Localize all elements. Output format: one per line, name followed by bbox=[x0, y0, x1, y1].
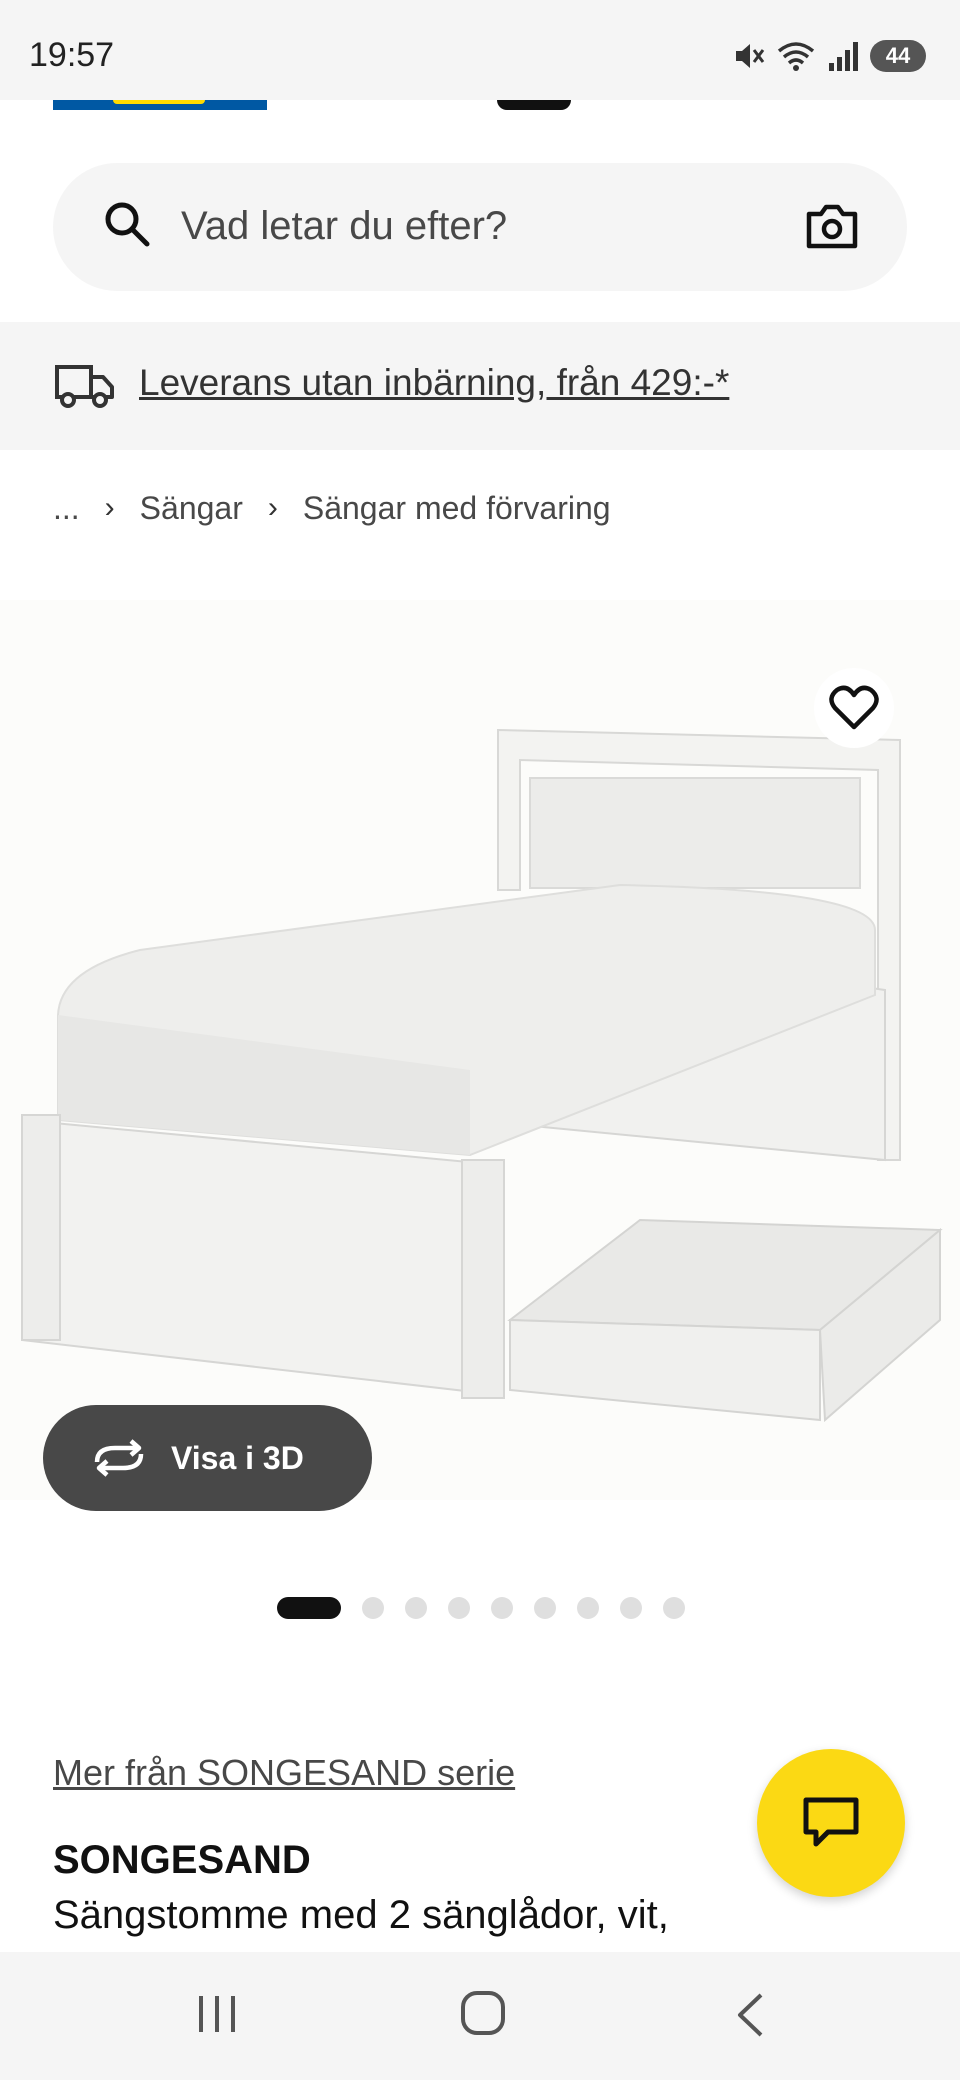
chevron-right-icon: › bbox=[267, 491, 278, 524]
wifi-icon bbox=[777, 42, 815, 71]
search-input[interactable] bbox=[181, 196, 781, 256]
carousel-dot[interactable] bbox=[448, 1597, 470, 1619]
back-icon[interactable] bbox=[735, 1992, 765, 2038]
product-image[interactable] bbox=[0, 600, 960, 1500]
chevron-right-icon: › bbox=[104, 491, 115, 524]
battery-icon: 44 bbox=[870, 40, 926, 72]
series-link[interactable]: Mer från SONGESAND serie bbox=[53, 1752, 515, 1794]
profile-icon[interactable] bbox=[497, 100, 571, 110]
recent-apps-icon[interactable] bbox=[195, 1992, 239, 2036]
carousel-dot[interactable] bbox=[577, 1597, 599, 1619]
breadcrumb: ... › Sängar › Sängar med förvaring bbox=[53, 488, 611, 528]
breadcrumb-ellipsis[interactable]: ... bbox=[53, 490, 80, 527]
carousel-dot[interactable] bbox=[405, 1597, 427, 1619]
heart-icon bbox=[829, 685, 879, 730]
view-3d-label: Visa i 3D bbox=[171, 1439, 304, 1476]
chat-button[interactable] bbox=[757, 1749, 905, 1897]
delivery-link[interactable]: Leverans utan inbärning, från 429:-* bbox=[139, 362, 729, 404]
search-icon bbox=[105, 202, 150, 247]
favorite-button[interactable] bbox=[814, 668, 894, 748]
bed-image bbox=[21, 728, 943, 1423]
rotate-3d-icon bbox=[94, 1439, 144, 1477]
carousel-dot[interactable] bbox=[277, 1597, 341, 1619]
product-name: SONGESAND bbox=[53, 1838, 311, 1882]
breadcrumb-item-storage-beds[interactable]: Sängar med förvaring bbox=[303, 490, 611, 527]
view-3d-button[interactable]: Visa i 3D bbox=[43, 1405, 372, 1511]
chat-icon bbox=[803, 1797, 859, 1847]
carousel-dot[interactable] bbox=[663, 1597, 685, 1619]
ikea-logo[interactable] bbox=[53, 100, 267, 110]
status-time: 19:57 bbox=[29, 36, 115, 74]
truck-icon bbox=[55, 365, 114, 408]
product-description: Sängstomme med 2 sänglådor, vit, bbox=[53, 1893, 669, 1937]
carousel-dots bbox=[277, 1596, 685, 1620]
mute-icon bbox=[736, 44, 765, 68]
carousel-dot[interactable] bbox=[362, 1597, 384, 1619]
signal-icon bbox=[829, 42, 858, 71]
camera-icon[interactable] bbox=[806, 203, 858, 249]
breadcrumb-item-beds[interactable]: Sängar bbox=[140, 490, 243, 527]
status-icons: 44 bbox=[732, 36, 926, 76]
carousel-dot[interactable] bbox=[534, 1597, 556, 1619]
home-icon[interactable] bbox=[460, 1990, 506, 2036]
status-bar: 19:57 44 bbox=[0, 0, 960, 100]
carousel-dot[interactable] bbox=[491, 1597, 513, 1619]
carousel-dot[interactable] bbox=[620, 1597, 642, 1619]
